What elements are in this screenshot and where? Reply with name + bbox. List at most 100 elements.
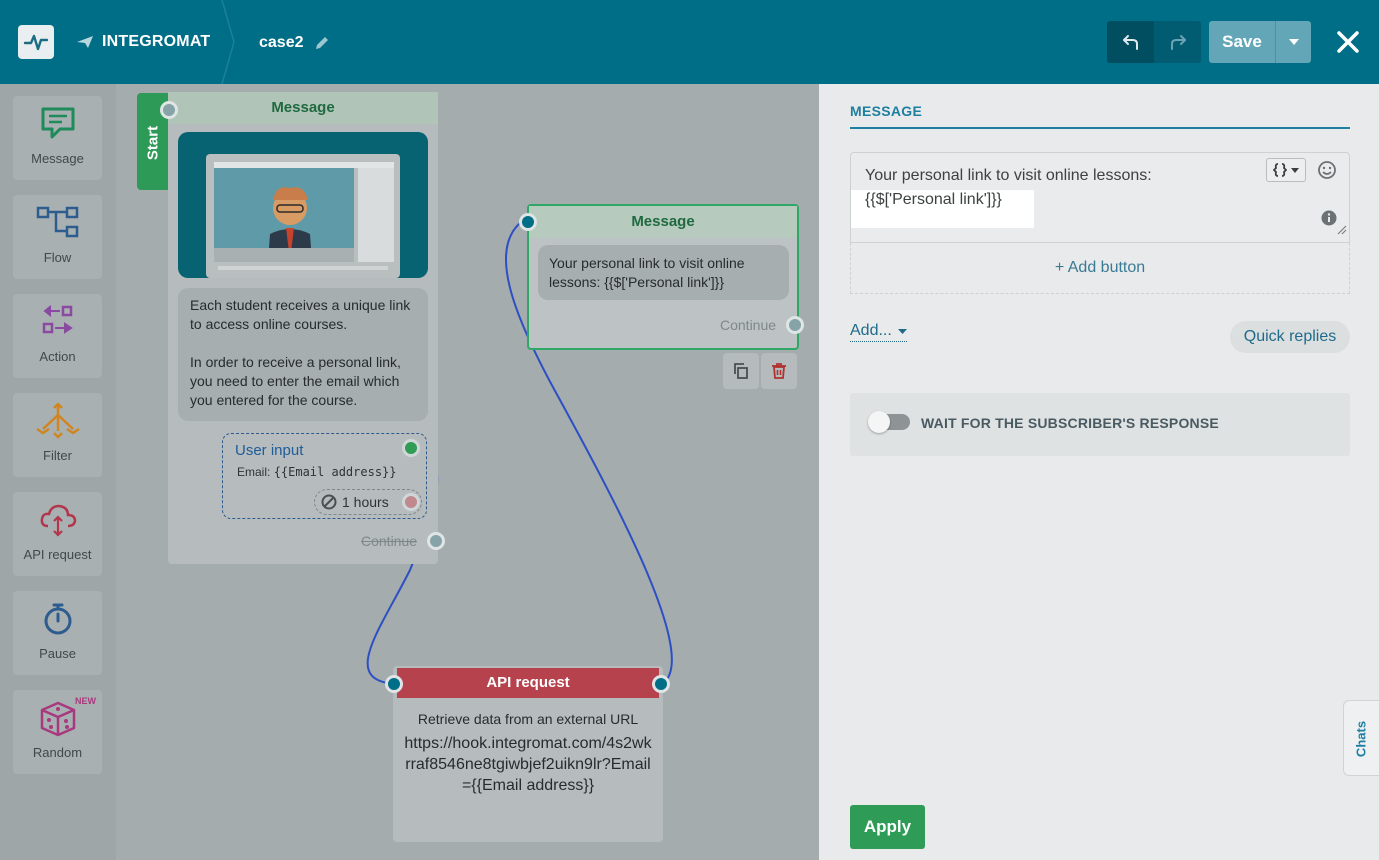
input-port[interactable] [160, 101, 178, 119]
add-link-label: Add... [850, 322, 892, 339]
project-title[interactable]: case2 [259, 34, 330, 52]
stopwatch-icon [44, 603, 71, 635]
ban-icon [321, 494, 337, 510]
send-icon [77, 36, 93, 48]
input-port[interactable] [385, 675, 403, 693]
api-url: https://hook.integromat.com/4s2wkrraf854… [404, 735, 652, 794]
duplicate-button[interactable] [723, 353, 759, 389]
close-button[interactable] [1332, 26, 1364, 58]
resize-handle[interactable] [1337, 222, 1347, 240]
cloud-icon [40, 504, 76, 537]
flow-icon [36, 206, 78, 238]
user-input-block[interactable]: User input Email: {{Email address}} 1 ho… [222, 433, 427, 519]
close-icon [1337, 31, 1359, 53]
save-options-button[interactable] [1275, 21, 1311, 63]
node-title: API request [397, 668, 659, 698]
timeout-port[interactable] [402, 493, 420, 511]
start-label: Start [144, 125, 162, 161]
tool-action[interactable]: Action [13, 294, 102, 378]
chevron-down-icon [1291, 167, 1299, 173]
wait-response-toggle[interactable] [868, 411, 910, 433]
history-controls [1107, 21, 1201, 63]
message-text-editor[interactable]: Your personal link to visit online lesso… [850, 152, 1350, 243]
copy-icon [734, 363, 748, 379]
wait-response-section: WAIT FOR THE SUBSCRIBER'S RESPONSE [850, 393, 1350, 456]
editor-line: Your personal link to visit online lesso… [865, 167, 1152, 184]
bubble-text: Each student receives a unique link to a… [190, 297, 411, 332]
email-variable: {{Email address}} [273, 465, 397, 479]
settings-panel: MESSAGE Your personal link to visit onli… [819, 84, 1379, 860]
tool-random[interactable]: NEW Random [13, 690, 102, 774]
node-title: Message [168, 92, 438, 124]
panel-divider [850, 127, 1350, 129]
tool-label: Flow [43, 250, 72, 265]
tool-label: API request [23, 547, 92, 562]
continue-port[interactable] [786, 316, 804, 334]
chats-tab[interactable]: Chats [1343, 700, 1379, 776]
tool-label: Action [39, 349, 76, 364]
api-request-node[interactable]: API request Retrieve data from an extern… [393, 666, 663, 842]
cartoon-teacher-image [206, 154, 400, 278]
resize-grip-icon [1337, 225, 1347, 235]
toggle-knob [868, 411, 890, 433]
email-label: Email: [237, 465, 271, 479]
action-icon [42, 304, 73, 334]
brand-name: INTEGROMAT [102, 33, 211, 50]
editor-line: {{$['Personal link']}} [865, 191, 1002, 208]
add-button[interactable]: + Add button [850, 243, 1350, 294]
input-port[interactable] [519, 213, 537, 231]
redo-icon [1170, 35, 1186, 50]
node-title: Message [529, 206, 797, 238]
tool-api-request[interactable]: API request [13, 492, 102, 576]
tool-filter[interactable]: Filter [13, 393, 102, 477]
tool-message[interactable]: Message [13, 96, 102, 180]
tool-label: Pause [39, 646, 76, 661]
panel-title: MESSAGE [850, 103, 923, 119]
app-logo[interactable] [18, 25, 54, 59]
smiley-icon [1318, 161, 1336, 179]
filter-icon [35, 403, 80, 439]
user-input-title: User input [235, 442, 304, 459]
save-control: Save [1209, 21, 1311, 63]
node-image [178, 132, 428, 278]
user-input-port[interactable] [402, 439, 420, 457]
message-bubble: Your personal link to visit online lesso… [538, 245, 789, 300]
user-input-field: Email: {{Email address}} [237, 465, 397, 479]
breadcrumb-separator [221, 0, 235, 84]
tool-label: Random [32, 745, 83, 760]
save-button[interactable]: Save [1209, 21, 1275, 63]
chevron-down-icon [1288, 39, 1299, 45]
project-name: case2 [259, 34, 304, 51]
pulse-icon [23, 34, 49, 51]
bubble-text: In order to receive a personal link, you… [190, 354, 401, 408]
emoji-button[interactable] [1317, 160, 1337, 185]
info-icon [1321, 210, 1337, 226]
apply-button[interactable]: Apply [850, 805, 925, 849]
add-menu-link[interactable]: Add... [850, 322, 907, 342]
api-description: Retrieve data from an external URL [417, 711, 639, 727]
delete-button[interactable] [761, 353, 797, 389]
continue-label: Continue [361, 533, 418, 549]
top-bar: INTEGROMAT case2 Save [0, 0, 1379, 84]
info-button[interactable] [1321, 210, 1337, 231]
insert-variable-button[interactable] [1266, 158, 1306, 182]
brand-link[interactable]: INTEGROMAT [76, 33, 210, 51]
quick-replies-button[interactable]: Quick replies [1230, 321, 1350, 353]
caret-down-icon [897, 328, 907, 334]
tool-pause[interactable]: Pause [13, 591, 102, 675]
message-bubble: Each student receives a unique link to a… [178, 288, 428, 421]
continue-port[interactable] [427, 532, 445, 550]
tool-sidebar: Message Flow Action Filter API request P… [0, 84, 116, 860]
redo-button[interactable] [1154, 21, 1201, 63]
wait-response-label: WAIT FOR THE SUBSCRIBER'S RESPONSE [921, 415, 1219, 431]
output-port[interactable] [652, 675, 670, 693]
pencil-icon[interactable] [314, 35, 330, 51]
timeout-text: 1 hours [342, 494, 389, 510]
chats-tab-label: Chats [1353, 720, 1369, 758]
tool-label: Message [31, 151, 84, 166]
undo-icon [1122, 35, 1138, 50]
braces-icon [1273, 163, 1287, 177]
tool-flow[interactable]: Flow [13, 195, 102, 279]
undo-button[interactable] [1107, 21, 1154, 63]
tool-label: Filter [43, 448, 72, 463]
